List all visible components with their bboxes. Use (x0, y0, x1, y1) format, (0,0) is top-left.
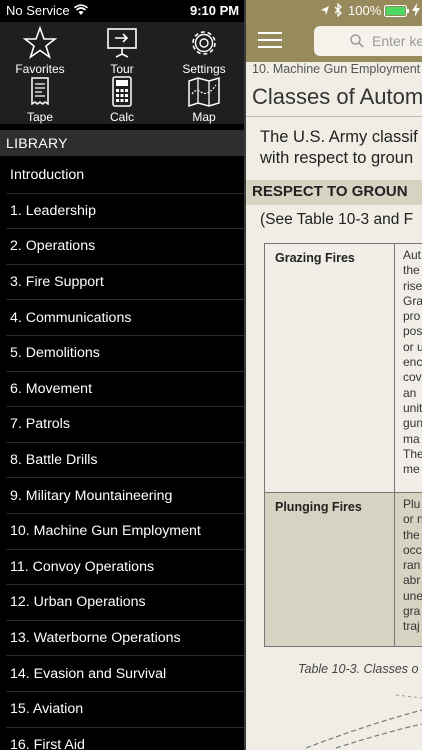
chapter-item[interactable]: 9. Military Mountaineering (6, 478, 244, 514)
tour-label: Tour (110, 62, 134, 76)
map-button[interactable]: Map (164, 76, 244, 124)
description-line: gun (403, 416, 422, 431)
search-placeholder: Enter ke (372, 33, 422, 49)
chapter-item[interactable]: 4. Communications (6, 300, 244, 336)
sidebar: No Service 9:10 PM Favorites Tour Settin… (0, 0, 244, 750)
calc-label: Calc (109, 110, 134, 124)
star-icon (23, 26, 57, 59)
intro-line: The U.S. Army classif (260, 128, 418, 146)
description-line: or u (403, 339, 422, 354)
table-caption: Table 10-3. Classes o (298, 662, 419, 676)
tour-icon (107, 28, 137, 58)
chapter-item[interactable]: 11. Convoy Operations (6, 550, 244, 586)
map-label: Map (192, 110, 216, 124)
gear-icon (192, 31, 216, 55)
search-input[interactable]: Enter ke (314, 26, 422, 56)
description-line: an (403, 385, 417, 400)
section-heading: RESPECT TO GROUN (252, 183, 408, 200)
description-line: me (403, 462, 420, 477)
description-cell: Aut the rise Gra pro pos or u enc cov an unit gun ma… (394, 243, 422, 493)
charging-bolt-icon (412, 3, 420, 17)
description-line: the (403, 263, 420, 278)
bluetooth-icon (334, 3, 342, 17)
battery-percentage: 100% (348, 3, 382, 18)
library-section-header: LIBRARY (0, 130, 244, 156)
chapter-item[interactable]: 3. Fire Support (6, 265, 244, 301)
location-arrow-icon (321, 6, 329, 15)
chapter-item[interactable]: 1. Leadership (6, 194, 244, 230)
table-reference-text: (See Table 10-3 and F (260, 211, 414, 228)
chapter-item[interactable]: 7. Patrols (6, 407, 244, 443)
chapter-item[interactable]: 10. Machine Gun Employment (6, 514, 244, 550)
description-line: pro (403, 309, 421, 324)
table-row: Grazing Fires Aut the rise Gra pro pos or u enc… (264, 243, 422, 493)
fires-table: Grazing Fires Aut the rise Gra pro pos or u enc… (264, 243, 422, 647)
chapter-item[interactable]: 12. Urban Operations (6, 585, 244, 621)
description-line: abr (403, 573, 421, 588)
chapter-item[interactable]: 5. Demolitions (6, 336, 244, 372)
breadcrumb[interactable]: 10. Machine Gun Employment (246, 62, 422, 80)
chapter-item[interactable]: 6. Movement (6, 372, 244, 408)
chapter-item[interactable]: 15. Aviation (6, 692, 244, 728)
description-line: Aut (403, 248, 422, 262)
description-line: rise (403, 278, 422, 293)
description-line: ran (403, 558, 421, 573)
chapter-list: Introduction 1. Leadership 2. Operations 3.… (0, 158, 244, 750)
chapter-item[interactable]: 2. Operations (6, 229, 244, 265)
chapter-item[interactable]: 8. Battle Drills (6, 443, 244, 479)
chapter-item[interactable]: Introduction (6, 158, 244, 194)
title-divider (246, 116, 422, 117)
search-icon (350, 34, 364, 48)
tape-button[interactable]: Tape (0, 76, 80, 124)
description-line: occ (403, 542, 422, 557)
intro-line: with respect to groun (260, 149, 414, 167)
settings-label: Settings (182, 62, 226, 76)
page-title: Classes of Autom (252, 84, 422, 109)
chapter-item[interactable]: 16. First Aid (6, 728, 244, 750)
chapter-item[interactable]: 13. Waterborne Operations (6, 621, 244, 657)
description-cell: Plu or n the occ ran abr une gra traj (394, 492, 422, 647)
description-line: or n (403, 512, 422, 527)
description-line: traj (403, 619, 420, 634)
description-line: Gra (403, 293, 422, 308)
diagram-fragment (305, 694, 422, 749)
toolbar: Favorites Tour Settings Tape Calc Map (0, 22, 244, 124)
receipt-icon (31, 77, 49, 106)
status-bar-right: 100% (246, 0, 422, 22)
table-row: Plunging Fires Plu or n the occ ran abr une gra… (264, 492, 422, 647)
favorites-button[interactable]: Favorites (0, 26, 80, 76)
tour-button[interactable]: Tour (82, 26, 162, 76)
map-icon (188, 76, 220, 108)
battery-icon (384, 5, 409, 17)
favorites-label: Favorites (15, 62, 65, 76)
status-bar: No Service 9:10 PM (0, 0, 244, 22)
description-line: ma (403, 431, 420, 446)
clock: 9:10 PM (190, 3, 240, 18)
settings-button[interactable]: Settings (164, 26, 244, 76)
term-cell: Plunging Fires (264, 492, 395, 647)
calculator-icon (112, 76, 132, 107)
description-line: enc (403, 355, 422, 370)
description-line: The (403, 446, 422, 461)
description-line: pos (403, 324, 422, 339)
section-header-bar: RESPECT TO GROUN (246, 180, 422, 205)
tape-label: Tape (26, 110, 54, 124)
menu-button[interactable] (258, 32, 282, 48)
description-line: the (403, 527, 420, 542)
description-line: gra (403, 604, 421, 619)
content-pane: 100% Enter ke 10. Machine Gun Employment… (246, 0, 422, 750)
description-line: unit (403, 400, 422, 415)
description-line: cov (403, 370, 422, 385)
term-cell: Grazing Fires (264, 243, 395, 493)
calc-button[interactable]: Calc (82, 76, 162, 124)
intro-paragraph: The U.S. Army classif with respect to gr… (260, 127, 418, 169)
header-bar: 100% Enter ke (246, 0, 422, 62)
description-line: une (403, 588, 422, 603)
carrier-label: No Service (6, 3, 70, 18)
wifi-icon (74, 4, 88, 15)
chapter-item[interactable]: 14. Evasion and Survival (6, 656, 244, 692)
description-line: Plu (403, 497, 421, 511)
